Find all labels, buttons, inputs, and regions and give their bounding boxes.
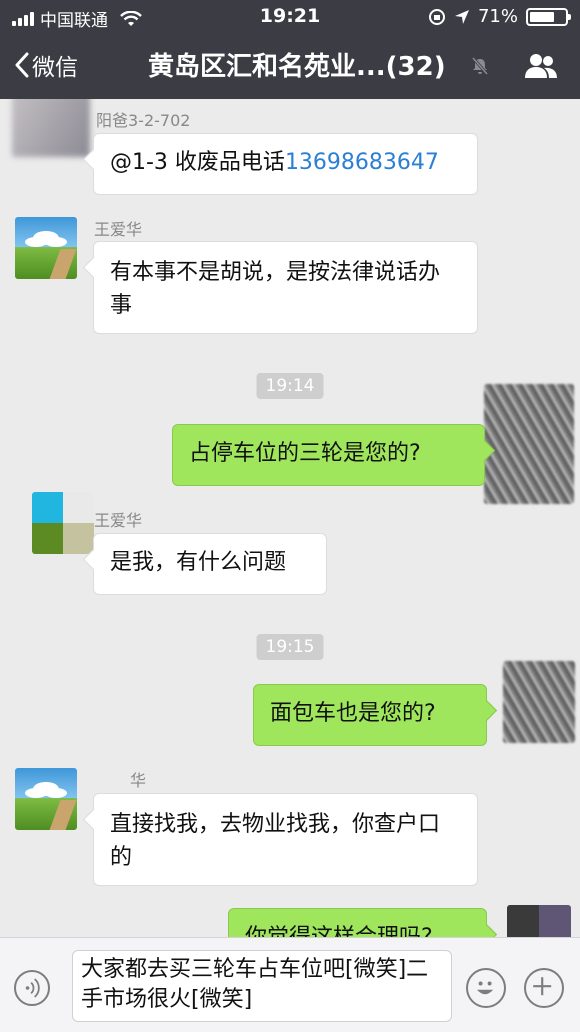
message-text: 占停车位的三轮是您的?	[189, 441, 421, 466]
emoji-button[interactable]	[466, 968, 506, 1008]
message-input[interactable]: 大家都去买三轮车占车位吧[微笑]二手市场很火[微笑]	[72, 950, 452, 1022]
message-bubble[interactable]: 你觉得这样合理吗?	[228, 908, 487, 937]
message-bubble[interactable]: 直接找我，去物业找我，你查户口的	[93, 793, 478, 886]
sender-name: 王爱华	[94, 511, 143, 530]
battery-fill	[530, 11, 555, 22]
emoji-icon	[477, 981, 494, 995]
header: 中国联通 19:21 71% 微信 黄岛区汇和名苑业...(32)	[0, 0, 580, 99]
message-bubble[interactable]: 有本事不是胡说，是按法律说话办事	[93, 241, 478, 334]
voice-icon	[25, 978, 40, 998]
group-members-icon[interactable]	[524, 52, 558, 80]
sender-name: 王爱华	[94, 220, 143, 239]
message-text: @1-3 收废品电话	[110, 150, 285, 175]
avatar[interactable]	[15, 768, 77, 830]
sender-name: 华	[130, 771, 147, 790]
message-bubble[interactable]: 是我，有什么问题	[93, 533, 327, 595]
message-text: 是我，有什么问题	[110, 550, 287, 575]
orientation-lock-icon	[428, 8, 445, 25]
mute-icon	[471, 57, 489, 75]
timestamp: 19:14	[256, 373, 324, 399]
battery-icon	[526, 7, 571, 26]
back-label: 微信	[32, 55, 78, 81]
timestamp: 19:15	[256, 634, 324, 660]
avatar[interactable]	[12, 99, 90, 157]
message-text: 你觉得这样合理吗?	[245, 925, 433, 937]
chat-title: 黄岛区汇和名苑业...(32)	[148, 52, 446, 82]
location-icon	[454, 9, 469, 24]
plus-icon	[533, 977, 552, 996]
back-button[interactable]: 微信	[14, 48, 78, 82]
status-bar: 中国联通 19:21 71%	[0, 0, 580, 34]
nav-bar: 微信 黄岛区汇和名苑业...(32)	[0, 36, 580, 96]
status-right: 71%	[428, 6, 571, 27]
message-bubble[interactable]: 面包车也是您的?	[253, 684, 487, 746]
chat-area[interactable]: 阳爸3-2-702 @1-3 收废品电话13698683647 王爱华 有本事不…	[0, 99, 580, 937]
voice-button[interactable]	[14, 970, 50, 1006]
avatar[interactable]	[507, 905, 571, 937]
avatar[interactable]	[503, 661, 575, 743]
message-bubble[interactable]: @1-3 收废品电话13698683647	[93, 133, 478, 195]
battery-percent: 71%	[477, 6, 518, 27]
more-button[interactable]	[524, 968, 564, 1008]
input-bar: 大家都去买三轮车占车位吧[微笑]二手市场很火[微笑]	[0, 937, 580, 1032]
message-text: 有本事不是胡说，是按法律说话办事	[110, 260, 441, 318]
message-text: 面包车也是您的?	[270, 701, 436, 726]
sender-name: 阳爸3-2-702	[96, 111, 191, 130]
avatar[interactable]	[484, 384, 574, 504]
phone-link[interactable]: 13698683647	[285, 150, 439, 175]
chevron-left-icon	[15, 52, 29, 78]
avatar[interactable]	[15, 217, 77, 279]
message-bubble[interactable]: 占停车位的三轮是您的?	[172, 424, 485, 486]
avatar[interactable]	[32, 492, 94, 554]
message-text: 直接找我，去物业找我，你查户口的	[110, 812, 441, 870]
